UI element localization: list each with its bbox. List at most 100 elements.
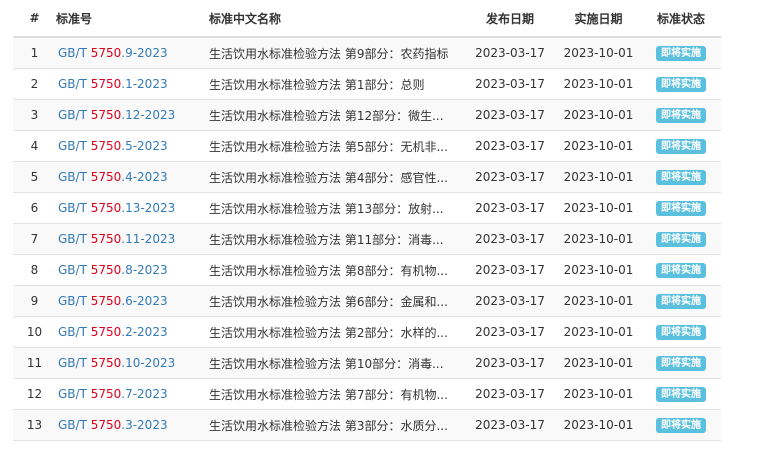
status-badge: 即将实施 xyxy=(656,263,706,278)
implement-date: 2023-10-01 xyxy=(556,223,641,255)
status-badge: 即将实施 xyxy=(656,139,706,154)
implement-date: 2023-10-01 xyxy=(556,254,641,286)
implement-date: 2023-10-01 xyxy=(556,378,641,410)
standard-name: 生活饮用水标准检验方法 第12部分：微生... xyxy=(209,99,464,131)
code-highlight: 5750 xyxy=(90,387,122,401)
standard-code-cell: GB/T 5750.6-2023 xyxy=(56,285,209,317)
code-prefix: GB/T xyxy=(58,46,91,60)
standard-code-cell: GB/T 5750.11-2023 xyxy=(56,223,209,255)
status-cell: 即将实施 xyxy=(641,409,721,441)
publish-date: 2023-03-17 xyxy=(464,99,556,131)
publish-date: 2023-03-17 xyxy=(464,316,556,348)
code-highlight: 5750 xyxy=(90,232,122,246)
table-row: 7 GB/T 5750.11-2023 生活饮用水标准检验方法 第11部分：消毒..… xyxy=(13,223,721,255)
header-status: 标准状态 xyxy=(641,0,721,38)
row-number: 9 xyxy=(13,285,56,317)
standard-name: 生活饮用水标准检验方法 第10部分：消毒... xyxy=(209,347,464,379)
standards-table-container: # 标准号 标准中文名称 发布日期 实施日期 标准状态 1 GB/T 5750.9… xyxy=(13,0,721,441)
standard-code-link[interactable]: GB/T 5750.11-2023 xyxy=(58,232,175,246)
publish-date: 2023-03-17 xyxy=(464,130,556,162)
code-suffix: .10-2023 xyxy=(121,356,176,370)
table-row: 5 GB/T 5750.4-2023 生活饮用水标准检验方法 第4部分：感官性...… xyxy=(13,161,721,193)
standard-code-link[interactable]: GB/T 5750.9-2023 xyxy=(58,46,168,60)
standard-code-link[interactable]: GB/T 5750.3-2023 xyxy=(58,418,168,432)
implement-date: 2023-10-01 xyxy=(556,409,641,441)
table-row: 3 GB/T 5750.12-2023 生活饮用水标准检验方法 第12部分：微生..… xyxy=(13,99,721,131)
table-row: 11 GB/T 5750.10-2023 生活饮用水标准检验方法 第10部分：消毒.… xyxy=(13,347,721,379)
status-badge: 即将实施 xyxy=(656,108,706,123)
standard-name: 生活饮用水标准检验方法 第13部分：放射... xyxy=(209,192,464,224)
code-prefix: GB/T xyxy=(58,77,91,91)
code-highlight: 5750 xyxy=(90,263,122,277)
standard-name: 生活饮用水标准检验方法 第4部分：感官性... xyxy=(209,161,464,193)
code-prefix: GB/T xyxy=(58,108,91,122)
publish-date: 2023-03-17 xyxy=(464,378,556,410)
standard-code-cell: GB/T 5750.10-2023 xyxy=(56,347,209,379)
row-number: 2 xyxy=(13,68,56,100)
status-badge: 即将实施 xyxy=(656,232,706,247)
standard-code-cell: GB/T 5750.1-2023 xyxy=(56,68,209,100)
publish-date: 2023-03-17 xyxy=(464,285,556,317)
standard-code-link[interactable]: GB/T 5750.10-2023 xyxy=(58,356,175,370)
status-cell: 即将实施 xyxy=(641,161,721,193)
publish-date: 2023-03-17 xyxy=(464,36,556,69)
implement-date: 2023-10-01 xyxy=(556,161,641,193)
publish-date: 2023-03-17 xyxy=(464,254,556,286)
status-cell: 即将实施 xyxy=(641,254,721,286)
standard-name: 生活饮用水标准检验方法 第1部分：总则 xyxy=(209,68,464,100)
publish-date: 2023-03-17 xyxy=(464,192,556,224)
standard-code-link[interactable]: GB/T 5750.13-2023 xyxy=(58,201,175,215)
table-row: 12 GB/T 5750.7-2023 生活饮用水标准检验方法 第7部分：有机物..… xyxy=(13,378,721,410)
row-number: 3 xyxy=(13,99,56,131)
standard-code-link[interactable]: GB/T 5750.12-2023 xyxy=(58,108,175,122)
code-prefix: GB/T xyxy=(58,356,91,370)
status-cell: 即将实施 xyxy=(641,192,721,224)
code-prefix: GB/T xyxy=(58,232,91,246)
status-badge: 即将实施 xyxy=(656,170,706,185)
standard-code-link[interactable]: GB/T 5750.2-2023 xyxy=(58,325,168,339)
standard-name: 生活饮用水标准检验方法 第11部分：消毒... xyxy=(209,223,464,255)
code-prefix: GB/T xyxy=(58,263,91,277)
standard-code-cell: GB/T 5750.7-2023 xyxy=(56,378,209,410)
code-suffix: .5-2023 xyxy=(121,139,168,153)
code-prefix: GB/T xyxy=(58,170,91,184)
header-code: 标准号 xyxy=(56,0,209,38)
code-prefix: GB/T xyxy=(58,387,91,401)
code-suffix: .4-2023 xyxy=(121,170,168,184)
standards-table: # 标准号 标准中文名称 发布日期 实施日期 标准状态 1 GB/T 5750.9… xyxy=(13,0,721,441)
code-highlight: 5750 xyxy=(90,108,122,122)
standard-code-cell: GB/T 5750.8-2023 xyxy=(56,254,209,286)
code-highlight: 5750 xyxy=(90,170,122,184)
status-badge: 即将实施 xyxy=(656,294,706,309)
standard-code-cell: GB/T 5750.12-2023 xyxy=(56,99,209,131)
implement-date: 2023-10-01 xyxy=(556,130,641,162)
header-num: # xyxy=(13,0,56,38)
code-suffix: .2-2023 xyxy=(121,325,168,339)
code-suffix: .1-2023 xyxy=(121,77,168,91)
table-row: 9 GB/T 5750.6-2023 生活饮用水标准检验方法 第6部分：金属和...… xyxy=(13,285,721,317)
implement-date: 2023-10-01 xyxy=(556,347,641,379)
standard-code-cell: GB/T 5750.5-2023 xyxy=(56,130,209,162)
code-highlight: 5750 xyxy=(90,325,122,339)
standard-code-link[interactable]: GB/T 5750.7-2023 xyxy=(58,387,168,401)
standard-code-link[interactable]: GB/T 5750.1-2023 xyxy=(58,77,168,91)
standard-code-link[interactable]: GB/T 5750.6-2023 xyxy=(58,294,168,308)
standard-code-link[interactable]: GB/T 5750.4-2023 xyxy=(58,170,168,184)
standard-code-cell: GB/T 5750.13-2023 xyxy=(56,192,209,224)
standard-code-link[interactable]: GB/T 5750.8-2023 xyxy=(58,263,168,277)
standard-name: 生活饮用水标准检验方法 第8部分：有机物... xyxy=(209,254,464,286)
row-number: 13 xyxy=(13,409,56,441)
status-badge: 即将实施 xyxy=(656,325,706,340)
code-prefix: GB/T xyxy=(58,201,91,215)
table-row: 6 GB/T 5750.13-2023 生活饮用水标准检验方法 第13部分：放射..… xyxy=(13,192,721,224)
table-row: 13 GB/T 5750.3-2023 生活饮用水标准检验方法 第3部分：水质分..… xyxy=(13,409,721,441)
implement-date: 2023-10-01 xyxy=(556,99,641,131)
table-body: 1 GB/T 5750.9-2023 生活饮用水标准检验方法 第9部分：农药指标 20… xyxy=(13,36,721,441)
status-badge: 即将实施 xyxy=(656,418,706,433)
standard-code-link[interactable]: GB/T 5750.5-2023 xyxy=(58,139,168,153)
status-cell: 即将实施 xyxy=(641,130,721,162)
status-badge: 即将实施 xyxy=(656,356,706,371)
code-highlight: 5750 xyxy=(90,418,122,432)
row-number: 11 xyxy=(13,347,56,379)
publish-date: 2023-03-17 xyxy=(464,68,556,100)
